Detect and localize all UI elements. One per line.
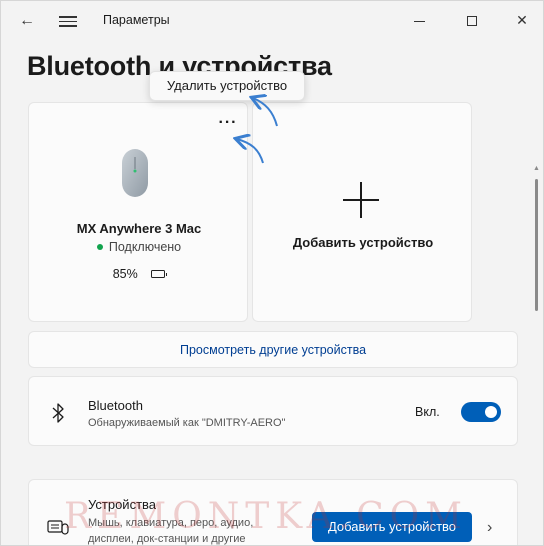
device-card[interactable]: ··· MX Anywhere 3 Mac Подключено 85% [28,102,248,322]
more-options-button[interactable]: ··· [217,115,239,133]
battery-row: 85% [29,267,249,281]
bluetooth-subtitle: Обнаруживаемый как "DMITRY-AERO" [88,417,286,429]
battery-percent: 85% [112,267,138,281]
scrollbar[interactable]: ▲ [531,41,543,545]
plus-icon [343,182,379,218]
maximize-icon [467,16,477,27]
mouse-icon [122,149,148,197]
maximize-button[interactable] [459,9,485,31]
devices-title: Устройства [88,497,157,512]
bluetooth-toggle[interactable] [461,402,501,422]
devices-subtitle-line1: Мышь, клавиатура, перо, аудио, [88,517,254,529]
toggle-knob [485,406,497,418]
more-dots-icon: ··· [218,114,238,131]
minimize-button[interactable] [406,9,432,31]
bluetooth-setting-row: Bluetooth Обнаруживаемый как "DMITRY-AER… [28,376,518,446]
bluetooth-icon [52,403,64,423]
battery-icon [151,269,168,278]
view-more-devices-link[interactable]: Просмотреть другие устройства [28,331,518,368]
add-device-card[interactable]: Добавить устройство [252,102,472,322]
bluetooth-state-label: Вкл. [415,405,440,419]
back-button[interactable]: ← [15,11,39,31]
add-device-button[interactable]: Добавить устройство [312,512,472,542]
settings-window: ← Параметры ✕ Bluetooth и устройства Уда… [0,0,544,546]
devices-setting-row[interactable]: Устройства Мышь, клавиатура, перо, аудио… [28,479,518,545]
window-title: Параметры [103,13,170,27]
hamburger-icon[interactable] [59,13,77,29]
device-status: Подключено [29,240,249,254]
back-arrow-icon: ← [19,12,35,29]
close-button[interactable]: ✕ [509,9,535,31]
close-icon: ✕ [516,12,528,28]
devices-icon [47,520,69,535]
device-name: MX Anywhere 3 Mac [76,221,202,236]
device-status-text: Подключено [108,240,182,254]
bluetooth-title: Bluetooth [88,398,143,413]
status-dot-icon [96,243,103,250]
scroll-thumb[interactable] [535,179,538,311]
scroll-up-icon[interactable]: ▲ [533,165,540,172]
minimize-icon [413,20,425,22]
devices-subtitle-line2: дисплеи, док-станции и другие [88,533,246,545]
title-bar: ← Параметры ✕ [1,1,543,41]
add-device-label: Добавить устройство [292,235,434,250]
chevron-right-icon[interactable]: › [487,519,492,537]
remove-device-menu-item[interactable]: Удалить устройство [149,71,305,101]
